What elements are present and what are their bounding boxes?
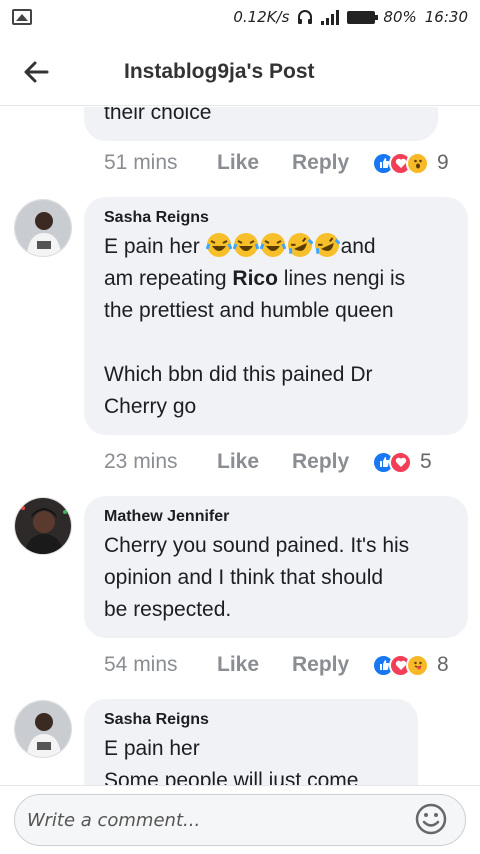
- comments-feed[interactable]: their choice 51 mins Like Reply 9 Sasha: [0, 107, 480, 785]
- comment-text-part: be respected.: [104, 598, 232, 621]
- comment-time: 51 mins: [104, 151, 178, 174]
- comment-bubble: Sasha Reigns E pain her Some people will…: [84, 699, 418, 785]
- comment-actions: 54 mins Like Reply 8: [104, 650, 449, 680]
- page-title: Instablog9ja's Post: [124, 60, 315, 83]
- like-button[interactable]: Like: [217, 151, 292, 175]
- battery-percent: 80%: [383, 8, 417, 26]
- rolling-laughing-emoji-icon: [287, 233, 313, 257]
- comment-bubble: their choice: [84, 107, 438, 141]
- comment-text-part: Some people will just come: [104, 769, 359, 785]
- clock: 16:30: [424, 8, 468, 26]
- reaction-count: 5: [420, 450, 432, 473]
- reactions-summary[interactable]: 9: [372, 151, 449, 175]
- comment-input[interactable]: [14, 794, 466, 846]
- user-photo: [15, 701, 71, 757]
- comment-author[interactable]: Sasha Reigns: [104, 711, 398, 729]
- reactions-summary[interactable]: 8: [372, 653, 449, 677]
- comment-actions: 51 mins Like Reply 9: [104, 148, 449, 178]
- avatar[interactable]: [14, 199, 72, 257]
- reaction-count: 9: [437, 151, 449, 174]
- status-bar: 0.12K/s 80% 16:30: [0, 0, 480, 38]
- user-photo: [15, 200, 71, 256]
- network-speed: 0.12K/s: [233, 8, 290, 26]
- comment-text: E pain her Some people will just come: [104, 733, 398, 785]
- status-right: 0.12K/s 80% 16:30: [233, 8, 468, 26]
- avatar[interactable]: [14, 700, 72, 758]
- user-photo: [15, 498, 71, 554]
- battery-icon: [347, 10, 379, 24]
- like-button[interactable]: Like: [217, 653, 292, 677]
- gallery-notification-icon: [12, 9, 32, 25]
- comment-time: 23 mins: [104, 450, 178, 473]
- comment-text-part: Cherry go: [104, 395, 197, 418]
- comment-text-part: opinion and I think that should: [104, 566, 384, 589]
- smiley-icon[interactable]: [414, 802, 448, 836]
- comment-text-part: am repeating: [104, 267, 227, 290]
- comment-actions: 23 mins Like Reply 5: [104, 447, 432, 477]
- reply-button[interactable]: Reply: [292, 653, 372, 677]
- comment-text-part: the prettiest and humble queen: [104, 299, 394, 322]
- reply-button[interactable]: Reply: [292, 151, 372, 175]
- post-header: Instablog9ja's Post: [0, 38, 480, 106]
- comment-author[interactable]: Mathew Jennifer: [104, 508, 448, 526]
- reactions-summary[interactable]: 5: [372, 450, 432, 474]
- wow-reaction-icon: [406, 151, 429, 175]
- laughing-crying-emoji-icon: [259, 233, 286, 257]
- back-button[interactable]: [18, 54, 54, 90]
- comment-bubble: Sasha Reigns E pain her and am repeating…: [84, 197, 468, 435]
- reaction-count: 8: [437, 653, 449, 676]
- comment-text-part: Which bbn did this pained Dr: [104, 363, 373, 386]
- care-reaction-icon: [406, 653, 429, 677]
- comment-text: their choice: [104, 107, 212, 124]
- laughing-crying-emoji-icon: [232, 233, 259, 257]
- mention-rico[interactable]: Rico: [232, 267, 278, 290]
- comment-text-part: Cherry you sound pained. It's his: [104, 534, 410, 557]
- comment-text-part: lines nengi is: [277, 267, 406, 290]
- comment-bubble: Mathew Jennifer Cherry you sound pained.…: [84, 496, 468, 638]
- comment-time: 54 mins: [104, 653, 178, 676]
- comment-text-part: E pain her: [104, 235, 200, 258]
- headphones-icon: [298, 10, 313, 24]
- reply-button[interactable]: Reply: [292, 450, 372, 474]
- comment-text: E pain her and am repeating Rico lines n…: [104, 231, 448, 423]
- comment-text-part: E pain her: [104, 737, 200, 760]
- rolling-laughing-emoji-icon: [314, 233, 340, 257]
- love-reaction-icon: [389, 450, 412, 474]
- comment-text: Cherry you sound pained. It's his opinio…: [104, 530, 448, 626]
- avatar[interactable]: [14, 497, 72, 555]
- comment-author[interactable]: Sasha Reigns: [104, 209, 448, 227]
- like-button[interactable]: Like: [217, 450, 292, 474]
- arrow-left-icon: [24, 61, 49, 83]
- signal-icon: [321, 9, 340, 25]
- comment-composer: [0, 785, 480, 854]
- laughing-crying-emoji-icon: [205, 233, 232, 257]
- comment-text-part: and: [340, 235, 376, 258]
